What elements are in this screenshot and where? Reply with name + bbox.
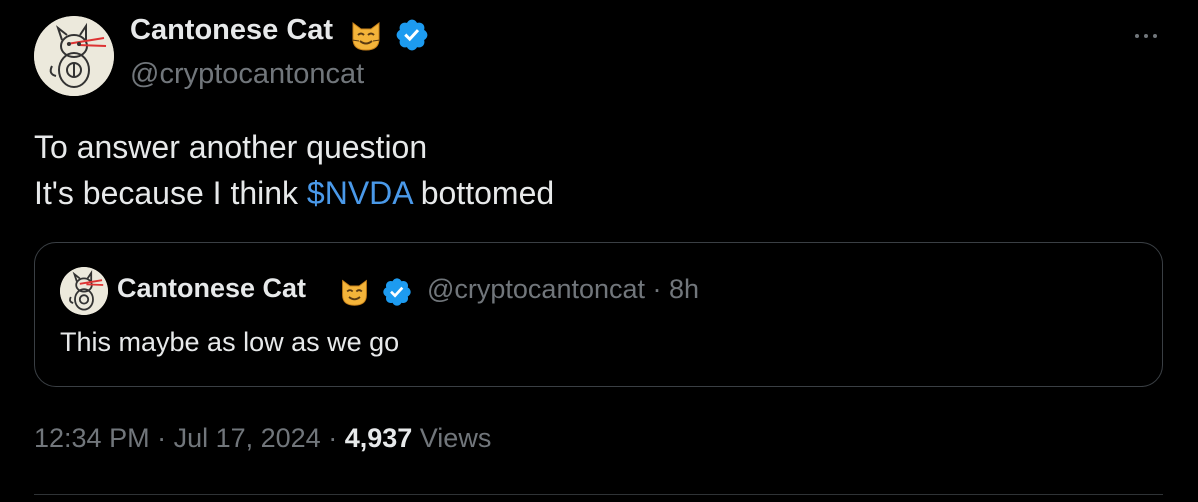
- quote-text: This maybe as low as we go: [60, 327, 400, 357]
- tweet-text-line-2: It's because I think $NVDA bottomed: [34, 170, 554, 216]
- quote-author-avatar[interactable]: [60, 267, 108, 315]
- separator: ·: [320, 423, 345, 453]
- cat-sketch-avatar-icon: [60, 267, 108, 315]
- tweet-text: To answer another question It's because …: [34, 124, 554, 216]
- quote-age[interactable]: 8h: [669, 274, 699, 304]
- tweet-time[interactable]: 12:34 PM: [34, 423, 150, 453]
- cat-sketch-avatar-icon: [34, 16, 114, 96]
- views-label: Views: [412, 423, 492, 453]
- tweet-text-segment: It's because I think: [34, 175, 307, 211]
- author-handle[interactable]: @cryptocantoncat: [130, 58, 364, 91]
- divider: [34, 494, 1163, 495]
- tweet-meta-row: 12:34 PM · Jul 17, 2024 · 4,937 Views: [34, 423, 491, 454]
- author-name[interactable]: Cantonese Cat: [130, 14, 333, 47]
- cashtag-link[interactable]: $NVDA: [307, 175, 412, 211]
- quote-author-handle[interactable]: @cryptocantoncat: [427, 274, 645, 304]
- cat-face-emoji-icon: [338, 275, 371, 308]
- separator: ·: [149, 423, 174, 453]
- quote-author-name[interactable]: Cantonese Cat: [117, 273, 306, 304]
- verified-badge-icon[interactable]: [381, 276, 413, 308]
- views-count: 4,937: [344, 423, 413, 453]
- tweet-text-line-1: To answer another question: [34, 129, 428, 165]
- more-options-icon[interactable]: [1126, 18, 1166, 54]
- verified-badge-icon[interactable]: [394, 17, 430, 53]
- quoted-tweet-card[interactable]: Cantonese Cat @cryptocantoncat · 8h This…: [34, 242, 1163, 387]
- author-avatar[interactable]: [34, 16, 114, 96]
- quote-meta: @cryptocantoncat · 8h: [427, 274, 699, 305]
- tweet-date[interactable]: Jul 17, 2024: [174, 423, 321, 453]
- cat-face-emoji-icon: [348, 17, 384, 53]
- separator: ·: [645, 274, 670, 304]
- tweet-text-segment: bottomed: [411, 175, 555, 211]
